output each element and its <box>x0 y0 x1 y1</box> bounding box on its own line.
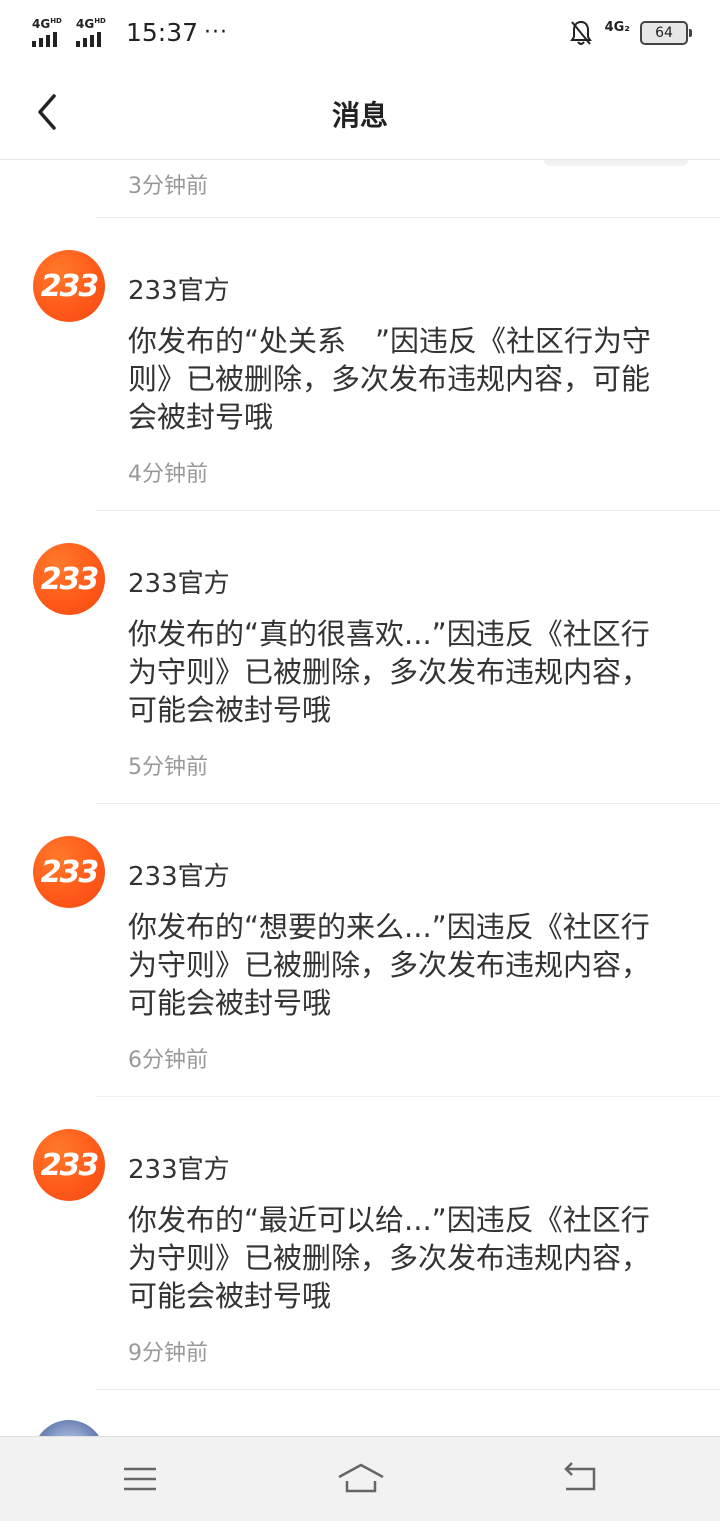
system-nav-bar <box>0 1436 720 1521</box>
list-item[interactable]: 3分钟前 <box>96 154 720 218</box>
message-time: 9分钟前 <box>128 1341 208 1366</box>
network-sub-label: HD <box>94 17 106 25</box>
status-left: 4GHD 4GHD 15:37 ··· <box>32 14 228 50</box>
message-time: 6分钟前 <box>128 1048 208 1073</box>
more-notifications-icon: ··· <box>204 19 229 45</box>
status-right: 4G₂ 64 <box>569 16 692 50</box>
avatar[interactable]: 233 <box>33 543 105 615</box>
message-content: 你发布的“想要的来么...”因违反《社区行为守则》已被删除，多次发布违规内容，可… <box>128 910 651 1020</box>
network-label: 4G <box>32 17 51 31</box>
sender-name: 233官方 <box>128 569 230 599</box>
network-right-label: 4G₂ <box>604 19 630 35</box>
signal-icon: 4GHD <box>32 17 68 47</box>
home-icon[interactable] <box>336 1457 386 1501</box>
message-time: 3分钟前 <box>128 174 208 199</box>
network-sub-label: HD <box>50 17 62 25</box>
list-item[interactable]: 233 233官方 你发布的“处关系 ”因违反《社区行为守则》已被删除，多次发布… <box>33 218 720 511</box>
list-item[interactable]: 233 233官方 你发布的“最近可以给...”因违反《社区行为守则》已被删除，… <box>33 1097 720 1390</box>
sender-name: 233官方 <box>128 862 230 892</box>
list-item[interactable]: 233 233官方 你发布的“想要的来么...”因违反《社区行为守则》已被删除，… <box>33 804 720 1097</box>
list-item[interactable]: 233 233官方 你发布的“真的很喜欢...”因违反《社区行为守则》已被删除，… <box>33 511 720 804</box>
avatar-logo-text: 233 <box>40 561 100 597</box>
signal-icon: 4GHD <box>76 17 112 47</box>
avatar-logo-text: 233 <box>40 268 100 304</box>
avatar-logo-text: 233 <box>40 1147 100 1183</box>
sender-name: 233官方 <box>128 1155 230 1185</box>
message-content: 你发布的“最近可以给...”因违反《社区行为守则》已被删除，多次发布违规内容，可… <box>128 1203 651 1313</box>
message-list[interactable]: 3分钟前 233 233官方 你发布的“处关系 ”因违反《社区行为守则》已被删除… <box>0 154 720 1492</box>
bell-off-icon <box>569 20 592 45</box>
avatar[interactable]: 233 <box>33 250 105 322</box>
title-bar: 消息 <box>0 66 720 160</box>
avatar[interactable]: 233 <box>33 1129 105 1201</box>
battery-icon: 64 <box>640 21 692 45</box>
message-time: 4分钟前 <box>128 462 208 487</box>
sender-name: 233官方 <box>128 276 230 306</box>
avatar[interactable]: 233 <box>33 836 105 908</box>
message-content: 你发布的“处关系 ”因违反《社区行为守则》已被删除，多次发布违规内容，可能会被封… <box>128 324 652 434</box>
message-time: 5分钟前 <box>128 755 208 780</box>
message-content: 你发布的“真的很喜欢...”因违反《社区行为守则》已被删除，多次发布违规内容，可… <box>128 617 651 727</box>
page-title: 消息 <box>331 99 388 132</box>
menu-icon[interactable] <box>118 1457 162 1501</box>
status-bar: 4GHD 4GHD 15:37 ··· 4G₂ 64 <box>0 0 720 66</box>
return-icon[interactable] <box>558 1457 602 1501</box>
network-label: 4G <box>76 17 95 31</box>
avatar-logo-text: 233 <box>40 854 100 890</box>
status-time: 15:37 <box>126 17 199 47</box>
